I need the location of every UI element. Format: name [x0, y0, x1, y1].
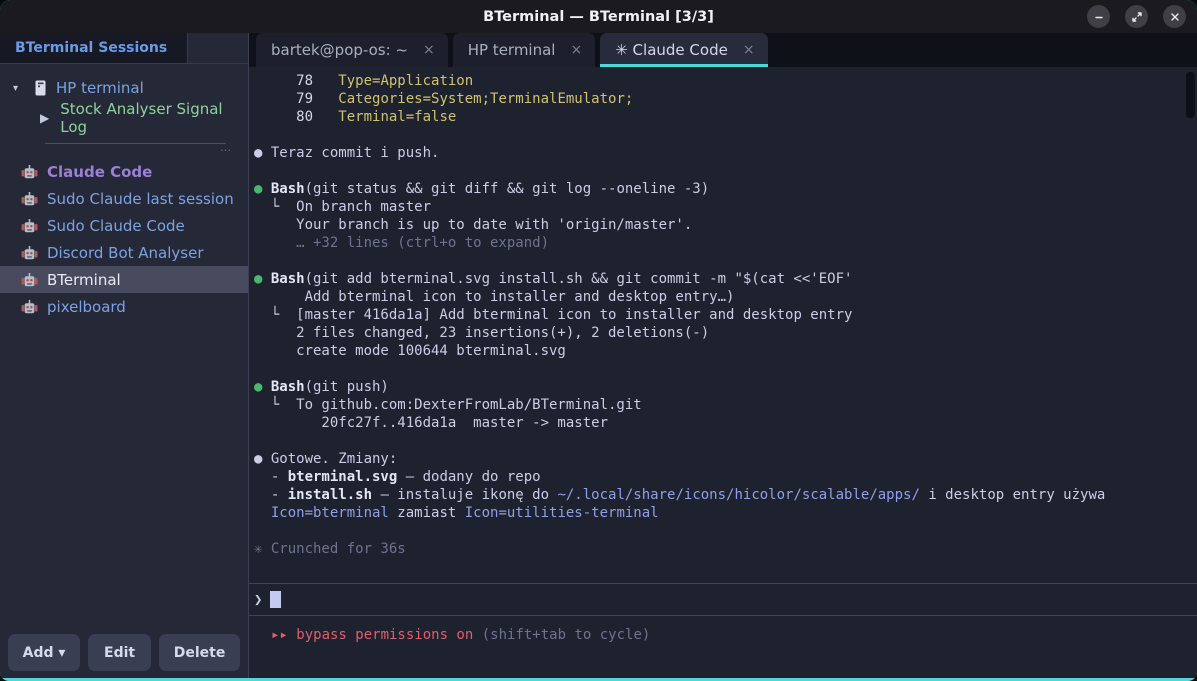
sidebar-divider[interactable]: …: [45, 143, 232, 151]
session-item-pixelboard[interactable]: pixelboard: [0, 293, 248, 320]
prompt-symbol: ❯: [254, 591, 262, 609]
session-label: Sudo Claude last session: [47, 190, 234, 208]
session-item-sudo-claude-last-session[interactable]: Sudo Claude last session: [0, 185, 248, 212]
minimize-button[interactable]: [1087, 5, 1110, 28]
sidebar-header: BTerminal Sessions: [0, 33, 248, 64]
edit-button[interactable]: Edit: [88, 634, 151, 671]
terminal-line: [254, 162, 1197, 180]
sidebar-spacer: [0, 320, 248, 634]
chevron-down-icon[interactable]: ▾: [13, 83, 25, 94]
delete-button[interactable]: Delete: [159, 634, 240, 671]
session-list: Claude Code Sudo Claude last session Sudo …: [0, 158, 248, 320]
terminal-line: create mode 100644 bterminal.svg: [254, 342, 1197, 360]
text-cursor: [270, 591, 281, 608]
scrollbar-thumb[interactable]: [1186, 72, 1195, 118]
sidebar-buttons: Add ▾ Edit Delete: [0, 634, 248, 678]
terminal-line: └ On branch master: [254, 198, 1197, 216]
tab-close-icon[interactable]: ×: [423, 42, 435, 58]
app-window: BTerminal — BTerminal [3/3] BTerminal Se…: [0, 0, 1197, 681]
terminal-line: ● Bash(git status && git diff && git log…: [254, 180, 1197, 198]
terminal-line: Add bterminal icon to installer and desk…: [254, 288, 1197, 306]
terminal-line: 78 Type=Application: [254, 72, 1197, 90]
window-title: BTerminal — BTerminal [3/3]: [0, 9, 1197, 25]
window-controls: [1087, 5, 1186, 28]
permissions-status-bar[interactable]: ▸▸ bypass permissions on (shift+tab to c…: [249, 616, 1197, 653]
session-label: Sudo Claude Code: [47, 217, 185, 235]
terminal-line: ● Bash(git push): [254, 378, 1197, 396]
maximize-button[interactable]: [1125, 5, 1148, 28]
terminal-line: └ [master 416da1a] Add bterminal icon to…: [254, 306, 1197, 324]
main-area: bartek@pop-os: ~×HP terminal×✳ Claude Co…: [249, 33, 1197, 678]
sidebar-title: BTerminal Sessions: [0, 33, 188, 63]
session-label: Discord Bot Analyser: [47, 244, 203, 262]
terminal-line: [254, 360, 1197, 378]
tree-item-label: HP terminal: [56, 79, 144, 97]
terminal-line: ✳ Crunched for 36s: [254, 540, 1197, 558]
tab-hp-terminal[interactable]: HP terminal ×: [453, 33, 596, 67]
status-highlight: bypass permissions on: [288, 626, 473, 644]
robot-icon: [21, 218, 38, 234]
session-item-discord-bot-analyser[interactable]: Discord Bot Analyser: [0, 239, 248, 266]
tab-bar: bartek@pop-os: ~×HP terminal×✳ Claude Co…: [249, 33, 1197, 67]
terminal-view[interactable]: 78 Type=Application 79 Categories=System…: [249, 67, 1197, 678]
tab-bartek-pop-os[interactable]: bartek@pop-os: ~ ×: [256, 33, 448, 67]
terminal-line: - install.sh — instaluje ikonę do ~/.loc…: [254, 486, 1197, 504]
robot-icon: [21, 164, 38, 180]
prompt-input[interactable]: ❯: [249, 583, 1197, 616]
computer-icon: [34, 80, 47, 96]
tab-claude-code[interactable]: ✳ Claude Code ×: [600, 33, 767, 67]
tab-label: ✳ Claude Code: [615, 41, 728, 59]
terminal-line: Icon=bterminal zamiast Icon=utilities-te…: [254, 504, 1197, 522]
terminal-line: [254, 126, 1197, 144]
close-icon: [1169, 11, 1181, 23]
terminal-line: [254, 522, 1197, 540]
add-button[interactable]: Add ▾: [8, 634, 80, 671]
session-label: Claude Code: [47, 163, 152, 181]
terminal-line: … +32 lines (ctrl+o to expand): [254, 234, 1197, 252]
tab-label: HP terminal: [468, 41, 556, 59]
terminal-line: 2 files changed, 23 insertions(+), 2 del…: [254, 324, 1197, 342]
robot-icon: [21, 245, 38, 261]
session-item-claude-code[interactable]: Claude Code: [0, 158, 248, 185]
terminal-line: [254, 432, 1197, 450]
tree-item-stock-analyser-signal-log[interactable]: ▶ Stock Analyser Signal Log: [0, 103, 248, 133]
terminal-bottom-padding: [249, 653, 1197, 678]
play-icon: ▶: [40, 111, 49, 125]
close-button[interactable]: [1163, 5, 1186, 28]
tree-item-label: Stock Analyser Signal Log: [60, 100, 248, 136]
status-hint: (shift+tab to cycle): [473, 626, 650, 644]
terminal-line: ● Bash(git add bterminal.svg install.sh …: [254, 270, 1197, 288]
session-label: BTerminal: [47, 271, 121, 289]
tab-label: bartek@pop-os: ~: [271, 41, 408, 59]
terminal-line: 20fc27f..416da1a master -> master: [254, 414, 1197, 432]
terminal-line: 80 Terminal=false: [254, 108, 1197, 126]
terminal-line: - bterminal.svg — dodany do repo: [254, 468, 1197, 486]
session-item-sudo-claude-code[interactable]: Sudo Claude Code: [0, 212, 248, 239]
terminal-line: 79 Categories=System;TerminalEmulator;: [254, 90, 1197, 108]
robot-icon: [21, 299, 38, 315]
maximize-icon: [1131, 11, 1143, 23]
robot-icon: [21, 272, 38, 288]
sessions-sidebar: BTerminal Sessions ▾ HP terminal ▶ Stock…: [0, 33, 249, 678]
title-bar: BTerminal — BTerminal [3/3]: [0, 0, 1197, 33]
terminal-scrollback: 78 Type=Application 79 Categories=System…: [249, 72, 1197, 558]
minimize-icon: [1093, 11, 1105, 23]
terminal-line: ● Gotowe. Zmiany:: [254, 450, 1197, 468]
session-label: pixelboard: [47, 298, 126, 316]
tab-close-icon[interactable]: ×: [570, 42, 582, 58]
terminal-line: ● Teraz commit i push.: [254, 144, 1197, 162]
tab-close-icon[interactable]: ×: [743, 42, 755, 58]
session-item-bterminal[interactable]: BTerminal: [0, 266, 248, 293]
terminal-line: Your branch is up to date with 'origin/m…: [254, 216, 1197, 234]
terminal-line: └ To github.com:DexterFromLab/BTerminal.…: [254, 396, 1197, 414]
terminal-line: [254, 252, 1197, 270]
tree-item-hp-terminal[interactable]: ▾ HP terminal: [0, 73, 248, 103]
robot-icon: [21, 191, 38, 207]
divider-handle-dots[interactable]: …: [45, 144, 232, 151]
double-arrow-icon: ▸▸: [271, 626, 288, 644]
